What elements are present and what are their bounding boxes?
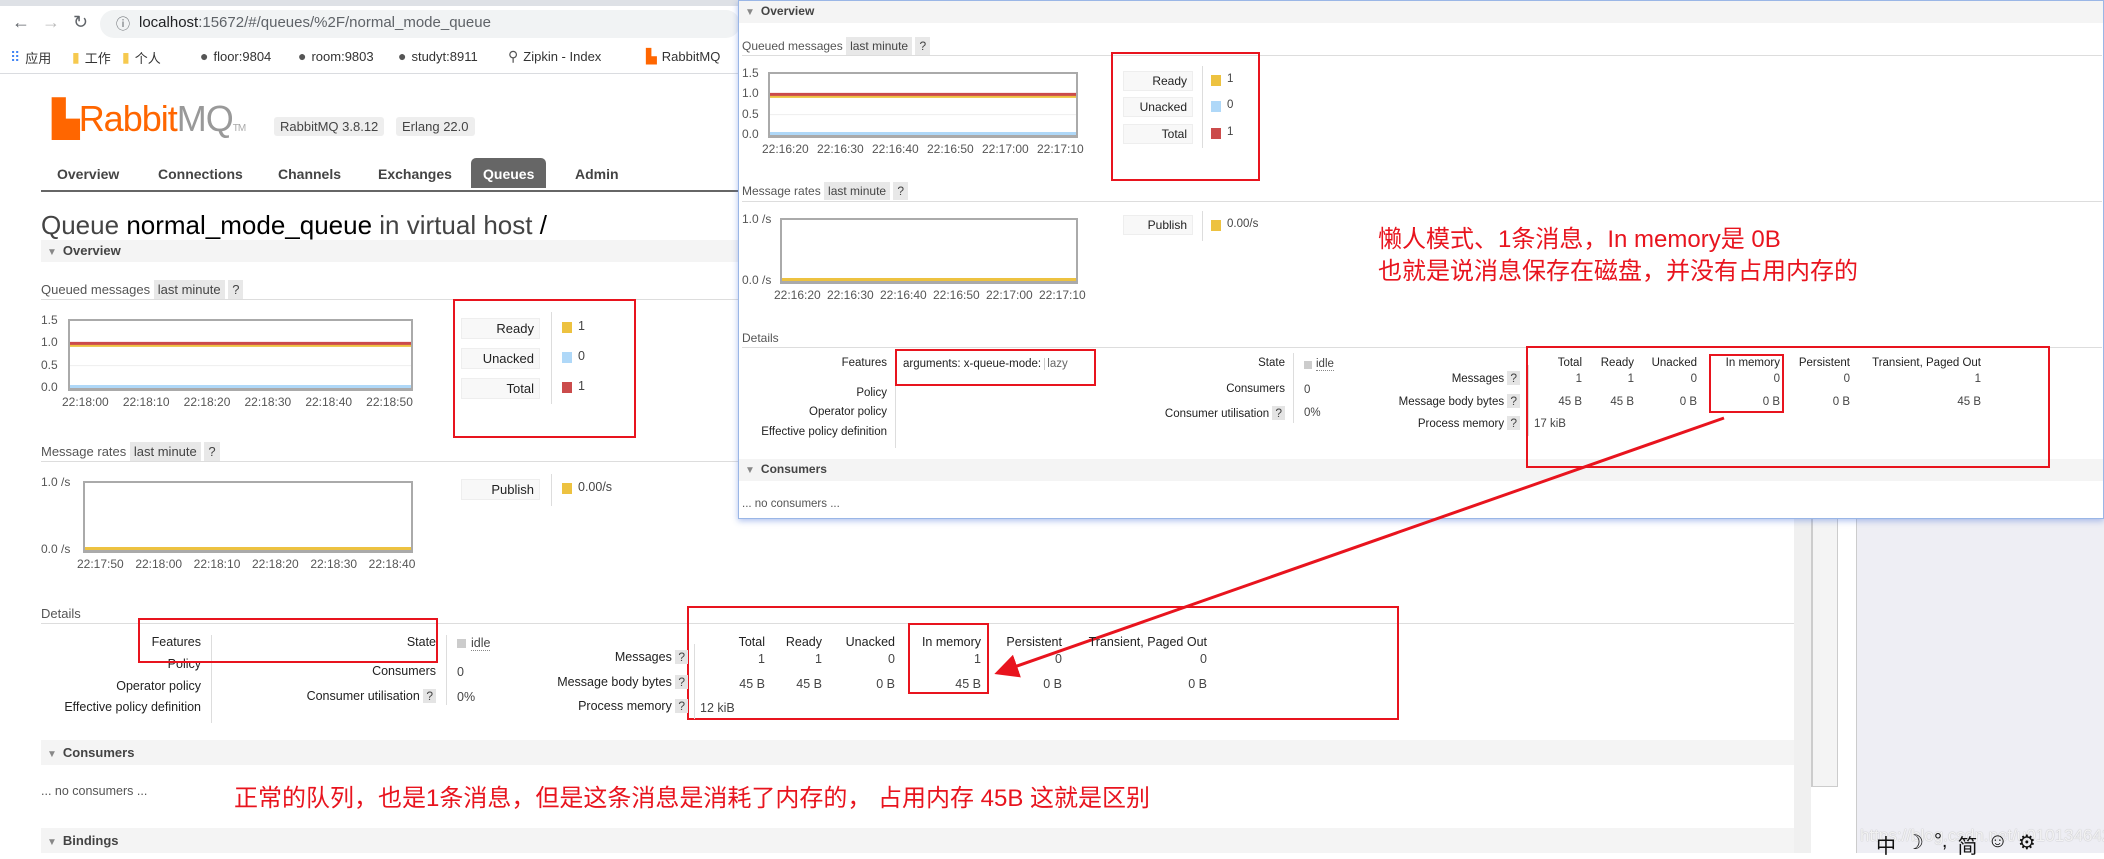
chart-plot-area	[68, 319, 413, 391]
process-memory-value: 12 kiB	[700, 701, 735, 715]
body-bytes-label: Message body bytes ?	[557, 675, 688, 689]
x-tick-label: 22:18:30	[310, 557, 358, 571]
messages-cell: 0	[1055, 652, 1062, 666]
x-tick-label: 22:18:10	[122, 395, 170, 409]
column-header: Total	[738, 635, 765, 649]
x-tick-label: 22:18:00	[135, 557, 183, 571]
bytes-cell: 0 B	[1043, 677, 1062, 691]
y-tick-label: 1.0	[41, 335, 58, 350]
bytes-cell: 0 B	[876, 677, 895, 691]
y-tick-label: 1.5	[41, 313, 58, 327]
y-tick-label: 0.5	[41, 357, 58, 372]
messages-cell: 0	[888, 652, 895, 666]
messages-cell: 1	[974, 652, 981, 666]
label-text: Message body bytes	[557, 675, 676, 689]
bytes-cell: 0 B	[1188, 677, 1207, 691]
help-button[interactable]: ?	[675, 675, 688, 689]
y-tick-label: 0.0	[41, 380, 58, 394]
messages-label: Messages ?	[615, 650, 688, 664]
messages-cell: 0	[1200, 652, 1207, 666]
annotation-arrow	[994, 416, 1725, 678]
bytes-cell: 45 B	[796, 677, 822, 691]
chart-plot-area	[83, 481, 413, 553]
column-header: Ready	[785, 635, 822, 649]
x-tick-label: 22:18:40	[305, 395, 353, 409]
messages-cell: 1	[815, 652, 822, 666]
column-header: Persistent	[1006, 635, 1062, 649]
messages-cell: 1	[758, 652, 765, 666]
x-tick-label: 22:17:50	[77, 557, 124, 571]
x-tick-label: 22:18:20	[252, 557, 299, 571]
column-header: Unacked	[845, 635, 895, 649]
label-text: Process memory	[578, 699, 676, 713]
x-tick-label: 22:18:20	[183, 395, 231, 409]
chart-svg	[85, 547, 411, 550]
x-tick-label: 22:18:10	[193, 557, 241, 571]
column-header: In memory	[921, 635, 981, 649]
bytes-cell: 45 B	[739, 677, 765, 691]
y-tick-label: 1.0 /s	[41, 475, 71, 489]
x-tick-label: 22:18:40	[368, 557, 416, 571]
x-tick-label: 22:18:30	[244, 395, 292, 409]
x-tick-label: 22:18:00	[62, 395, 109, 409]
arrow-line	[994, 416, 1725, 678]
y-tick-label: 0.0 /s	[41, 542, 71, 556]
x-tick-label: 22:18:50	[366, 395, 413, 409]
column-header: Transient, Paged Out	[1088, 635, 1207, 649]
chart-svg	[70, 341, 411, 388]
process-memory-label: Process memory ?	[578, 699, 688, 713]
label-text: Messages	[614, 650, 676, 664]
divider	[694, 644, 695, 719]
help-button[interactable]: ?	[675, 650, 688, 664]
bytes-cell: 45 B	[955, 677, 981, 691]
help-button[interactable]: ?	[675, 699, 688, 713]
